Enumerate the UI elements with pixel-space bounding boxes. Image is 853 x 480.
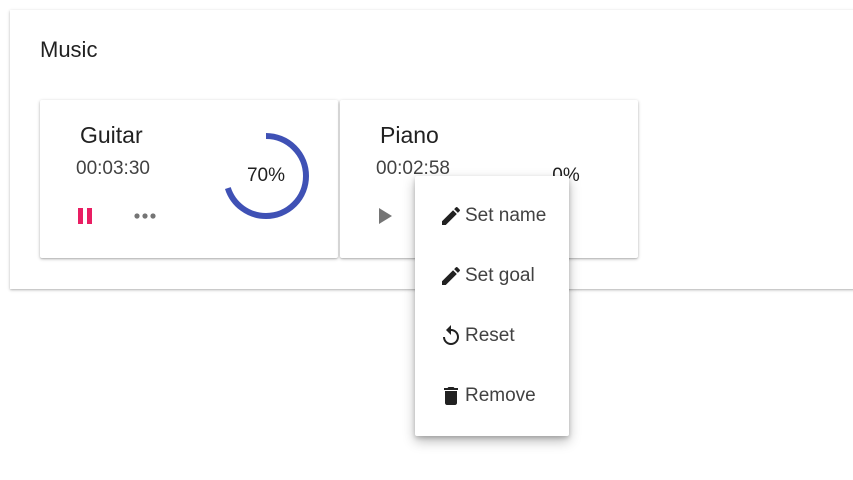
more-horizontal-icon <box>134 213 156 219</box>
menu-item-label: Set goal <box>465 265 535 286</box>
progress-percent: 70% <box>246 165 286 186</box>
menu-item-set-goal[interactable]: Set goal <box>415 246 569 306</box>
progress-ring: 70% <box>218 128 314 224</box>
pause-icon <box>78 208 92 224</box>
play-button[interactable] <box>367 198 403 234</box>
more-options-button[interactable] <box>127 198 163 234</box>
menu-item-remove[interactable]: Remove <box>415 366 569 426</box>
menu-item-label: Set name <box>465 205 547 226</box>
trash-icon <box>437 382 465 410</box>
reset-icon <box>437 322 465 350</box>
menu-item-reset[interactable]: Reset <box>415 306 569 366</box>
pencil-icon <box>437 202 465 230</box>
card-name: Guitar <box>80 122 143 148</box>
card-time: 00:03:30 <box>76 158 150 179</box>
menu-item-label: Reset <box>465 325 515 346</box>
pause-button[interactable] <box>67 198 103 234</box>
section-title: Music <box>40 37 98 62</box>
menu-item-set-name[interactable]: Set name <box>415 186 569 246</box>
play-icon <box>379 208 392 224</box>
card-context-menu: Set name Set goal Reset Remove <box>415 176 569 436</box>
card-name: Piano <box>380 122 439 148</box>
timer-card-guitar: Guitar 00:03:30 70% <box>40 100 338 258</box>
pencil-icon <box>437 262 465 290</box>
menu-item-label: Remove <box>465 385 536 406</box>
